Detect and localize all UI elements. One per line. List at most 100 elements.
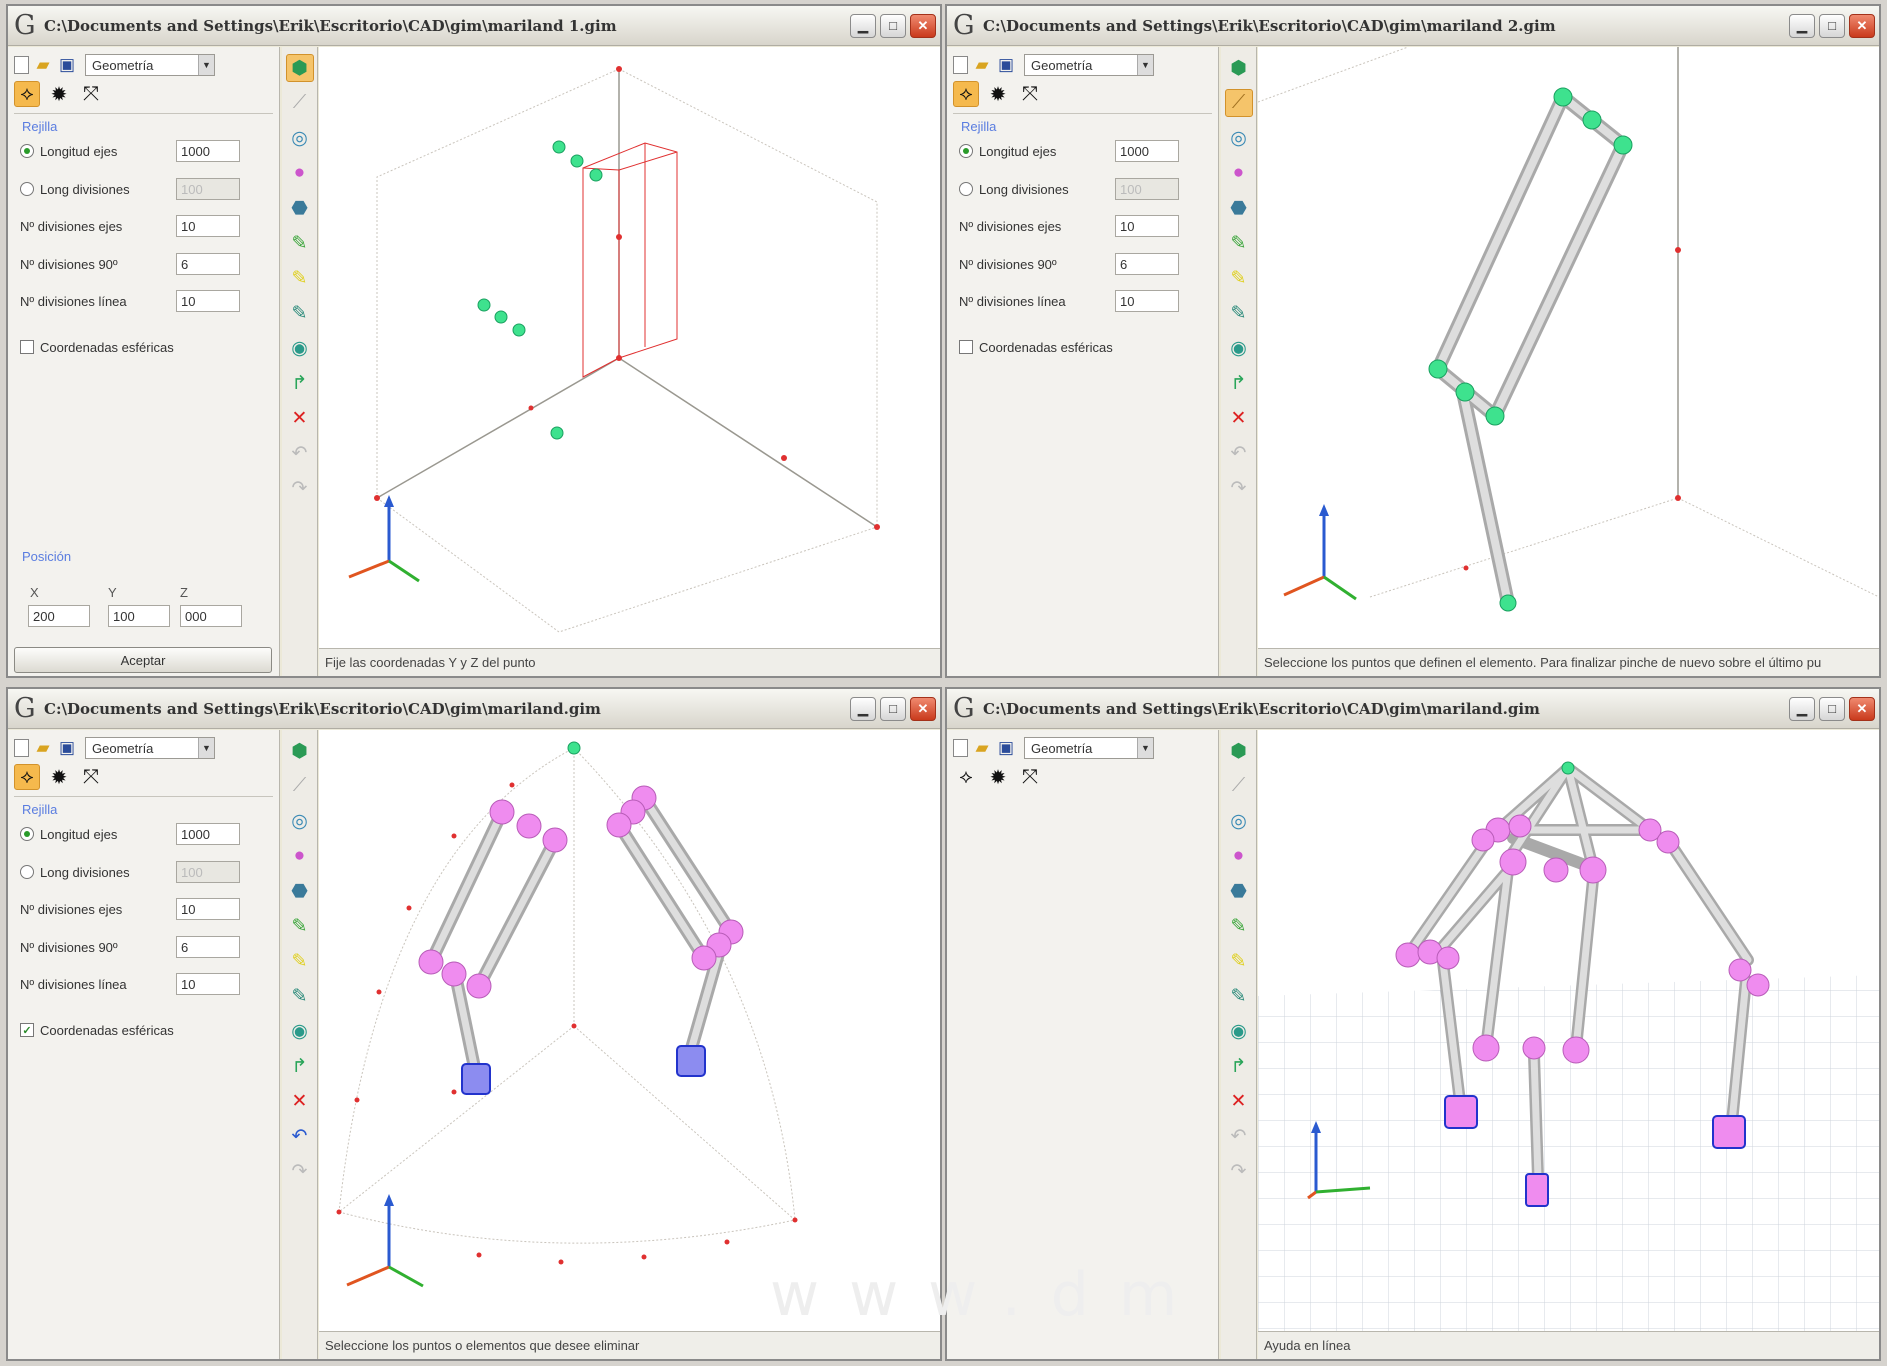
divisions-90-input[interactable]: 6 — [176, 936, 240, 958]
line-divisions-input[interactable]: 10 — [176, 973, 240, 995]
chevron-down-icon[interactable]: ▼ — [198, 738, 214, 758]
axis-divisions-input[interactable]: 10 — [176, 215, 240, 237]
connect-tool-icon[interactable]: ↱ — [1225, 369, 1253, 397]
expand-icon[interactable]: ⤧ — [78, 81, 104, 107]
save-icon[interactable]: ▣ — [996, 55, 1016, 75]
axis-divisions-input[interactable]: 10 — [176, 898, 240, 920]
gear-icon[interactable]: ✹ — [46, 81, 72, 107]
z-input[interactable]: 000 — [180, 605, 242, 627]
expand-icon[interactable]: ⤧ — [78, 764, 104, 790]
axis-length-input[interactable]: 1000 — [176, 140, 240, 162]
minimize-button[interactable]: ▁ — [850, 696, 876, 721]
redo-icon[interactable]: ↷ — [1225, 474, 1253, 502]
sphere-tool-icon[interactable]: ● — [286, 842, 314, 870]
viewport-3d[interactable] — [319, 47, 940, 648]
expand-icon[interactable]: ⤧ — [1017, 764, 1043, 790]
open-folder-icon[interactable]: ▰ — [33, 55, 53, 75]
pen-yellow-tool-icon[interactable]: ✎ — [1225, 264, 1253, 292]
spherical-coords-checkbox[interactable]: Coordenadas esféricas — [20, 335, 174, 359]
chevron-down-icon[interactable]: ▼ — [1137, 738, 1153, 758]
pen-green-tool-icon[interactable]: ✎ — [1225, 229, 1253, 257]
globe-tool-icon[interactable]: ◉ — [1225, 1017, 1253, 1045]
radio-division-length[interactable]: Long divisiones — [959, 177, 1069, 201]
minimize-button[interactable]: ▁ — [1789, 696, 1815, 721]
radio-off-icon[interactable] — [20, 865, 34, 879]
zoom-tool-icon[interactable]: ◎ — [286, 124, 314, 152]
zoom-tool-icon[interactable]: ◎ — [286, 807, 314, 835]
new-file-icon[interactable] — [953, 739, 968, 757]
pen-yellow-tool-icon[interactable]: ✎ — [1225, 947, 1253, 975]
undo-icon[interactable]: ↶ — [1225, 439, 1253, 467]
node-tool-icon[interactable]: ⬢ — [1225, 54, 1253, 82]
radio-axis-length[interactable]: Longitud ejes — [959, 139, 1056, 163]
delete-icon[interactable]: ✕ — [1225, 404, 1253, 432]
bar-tool-icon[interactable]: ⟋ — [1224, 89, 1253, 117]
chevron-down-icon[interactable]: ▼ — [1137, 55, 1153, 75]
joint-tool-icon[interactable]: ⬣ — [1225, 194, 1253, 222]
spherical-coords-checkbox[interactable]: Coordenadas esféricas — [959, 335, 1113, 359]
undo-icon[interactable]: ↶ — [286, 1122, 314, 1150]
radio-off-icon[interactable] — [20, 182, 34, 196]
viewport-3d[interactable] — [319, 730, 940, 1331]
titlebar[interactable]: G C:\Documents and Settings\Erik\Escrito… — [947, 6, 1879, 46]
redo-icon[interactable]: ↷ — [286, 1157, 314, 1185]
radio-axis-length[interactable]: Longitud ejes — [20, 139, 117, 163]
grid-mode-icon[interactable]: ⟡ — [953, 764, 979, 790]
save-icon[interactable]: ▣ — [996, 738, 1016, 758]
delete-icon[interactable]: ✕ — [1225, 1087, 1253, 1115]
zoom-tool-icon[interactable]: ◎ — [1225, 124, 1253, 152]
new-file-icon[interactable] — [14, 56, 29, 74]
undo-icon[interactable]: ↶ — [1225, 1122, 1253, 1150]
grid-mode-icon[interactable]: ⟡ — [953, 81, 979, 107]
radio-axis-length[interactable]: Longitud ejes — [20, 822, 117, 846]
gear-icon[interactable]: ✹ — [46, 764, 72, 790]
node-tool-icon[interactable]: ⬢ — [1225, 737, 1253, 765]
node-tool-icon[interactable]: ⬢ — [286, 737, 314, 765]
open-folder-icon[interactable]: ▰ — [33, 738, 53, 758]
mode-select[interactable]: Geometría ▼ — [85, 737, 215, 759]
undo-icon[interactable]: ↶ — [286, 439, 314, 467]
save-icon[interactable]: ▣ — [57, 738, 77, 758]
joint-tool-icon[interactable]: ⬣ — [1225, 877, 1253, 905]
new-file-icon[interactable] — [14, 739, 29, 757]
close-button[interactable]: ✕ — [1849, 696, 1875, 721]
maximize-button[interactable]: □ — [880, 696, 906, 721]
radio-on-icon[interactable] — [20, 144, 34, 158]
minimize-button[interactable]: ▁ — [850, 13, 876, 38]
bar-tool-icon[interactable]: ⟋ — [1225, 772, 1253, 800]
connect-tool-icon[interactable]: ↱ — [1225, 1052, 1253, 1080]
line-divisions-input[interactable]: 10 — [176, 290, 240, 312]
titlebar[interactable]: G C:\Documents and Settings\Erik\Escrito… — [947, 689, 1879, 729]
joint-tool-icon[interactable]: ⬣ — [286, 194, 314, 222]
mode-select[interactable]: Geometría ▼ — [1024, 737, 1154, 759]
grid-mode-icon[interactable]: ⟡ — [14, 764, 40, 790]
gear-icon[interactable]: ✹ — [985, 81, 1011, 107]
viewport-3d[interactable] — [1258, 47, 1879, 648]
radio-off-icon[interactable] — [959, 182, 973, 196]
radio-on-icon[interactable] — [959, 144, 973, 158]
open-folder-icon[interactable]: ▰ — [972, 55, 992, 75]
radio-division-length[interactable]: Long divisiones — [20, 860, 130, 884]
redo-icon[interactable]: ↷ — [286, 474, 314, 502]
globe-tool-icon[interactable]: ◉ — [1225, 334, 1253, 362]
sphere-tool-icon[interactable]: ● — [1225, 159, 1253, 187]
titlebar[interactable]: G C:\Documents and Settings\Erik\Escrito… — [8, 6, 940, 46]
zoom-tool-icon[interactable]: ◎ — [1225, 807, 1253, 835]
maximize-button[interactable]: □ — [1819, 696, 1845, 721]
viewport-3d[interactable] — [1258, 730, 1879, 1335]
axis-length-input[interactable]: 1000 — [1115, 140, 1179, 162]
y-input[interactable]: 100 — [108, 605, 170, 627]
delete-icon[interactable]: ✕ — [286, 1087, 314, 1115]
checkbox-icon[interactable] — [959, 340, 973, 354]
bar-tool-icon[interactable]: ⟋ — [286, 89, 314, 117]
close-button[interactable]: ✕ — [1849, 13, 1875, 38]
node-tool-icon[interactable]: ⬢ — [285, 54, 314, 82]
accept-button[interactable]: Aceptar — [14, 647, 272, 673]
checkbox-icon[interactable] — [20, 340, 34, 354]
axis-length-input[interactable]: 1000 — [176, 823, 240, 845]
pen-teal-tool-icon[interactable]: ✎ — [1225, 982, 1253, 1010]
bar-tool-icon[interactable]: ⟋ — [286, 772, 314, 800]
close-button[interactable]: ✕ — [910, 696, 936, 721]
pen-teal-tool-icon[interactable]: ✎ — [286, 299, 314, 327]
pen-green-tool-icon[interactable]: ✎ — [1225, 912, 1253, 940]
